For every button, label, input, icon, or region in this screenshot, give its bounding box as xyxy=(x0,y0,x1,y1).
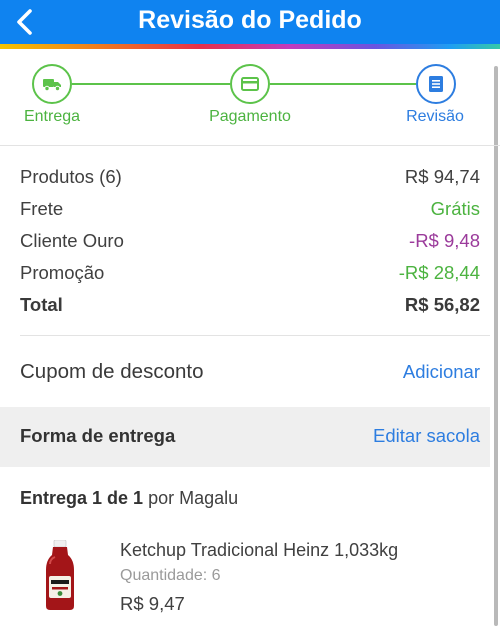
summary-total-value: R$ 56,82 xyxy=(404,294,480,315)
coupon-row: Cupom de desconto Adicionar xyxy=(20,356,480,388)
product-image[interactable] xyxy=(40,539,80,612)
summary-total-label: Total xyxy=(20,294,63,315)
scrollbar[interactable] xyxy=(494,66,498,626)
step-pagamento[interactable] xyxy=(230,64,270,104)
shipment-header: Entrega 1 de 1 por Magalu xyxy=(20,488,238,509)
summary-shipping-value: Grátis xyxy=(430,198,480,219)
product-quantity: Quantidade: 6 xyxy=(120,567,221,584)
product-price: R$ 9,47 xyxy=(120,593,185,614)
divider xyxy=(0,145,500,146)
summary-promo-value: -R$ 28,44 xyxy=(398,262,480,283)
step-revisao[interactable] xyxy=(416,64,456,104)
divider xyxy=(20,335,490,336)
coupon-label: Cupom de desconto xyxy=(20,360,204,383)
credit-card-icon xyxy=(241,77,259,91)
document-list-icon xyxy=(429,76,443,92)
delivery-method-section: Forma de entrega Editar sacola xyxy=(0,407,490,467)
ketchup-bottle-icon xyxy=(46,539,74,610)
add-coupon-link[interactable]: Adicionar xyxy=(403,356,480,388)
summary-products-row: Produtos (6) R$ 94,74 xyxy=(20,163,480,191)
step-label-entrega: Entrega xyxy=(23,108,81,125)
step-connector xyxy=(270,83,416,85)
checkout-progress: Entrega Pagamento Revisão xyxy=(0,49,500,145)
summary-total-row: Total R$ 56,82 xyxy=(20,291,480,319)
product-name[interactable]: Ketchup Tradicional Heinz 1,033kg xyxy=(120,540,398,561)
step-entrega[interactable] xyxy=(32,64,72,104)
summary-promo-label: Promoção xyxy=(20,262,105,283)
truck-icon xyxy=(43,79,61,92)
summary-promo-row: Promoção -R$ 28,44 xyxy=(20,259,480,287)
summary-products-label: Produtos (6) xyxy=(20,166,122,187)
step-label-revisao: Revisão xyxy=(406,108,464,125)
shipment-count: Entrega 1 de 1 xyxy=(20,488,144,508)
app-header: Revisão do Pedido xyxy=(0,0,500,44)
shipment-seller: por Magalu xyxy=(148,488,239,508)
step-connector xyxy=(72,83,230,85)
delivery-method-title: Forma de entrega xyxy=(20,425,176,446)
summary-gold-value: -R$ 9,48 xyxy=(409,230,480,251)
summary-gold-label: Cliente Ouro xyxy=(20,230,124,251)
step-label-pagamento: Pagamento xyxy=(209,108,291,125)
summary-shipping-label: Frete xyxy=(20,198,64,219)
summary-products-value: R$ 94,74 xyxy=(404,166,480,187)
back-button[interactable] xyxy=(8,4,42,40)
summary-gold-row: Cliente Ouro -R$ 9,48 xyxy=(20,227,480,255)
edit-cart-link[interactable]: Editar sacola xyxy=(373,425,480,447)
chevron-left-icon xyxy=(17,9,32,35)
page-title: Revisão do Pedido xyxy=(138,6,362,34)
summary-shipping-row: Frete Grátis xyxy=(20,195,480,223)
